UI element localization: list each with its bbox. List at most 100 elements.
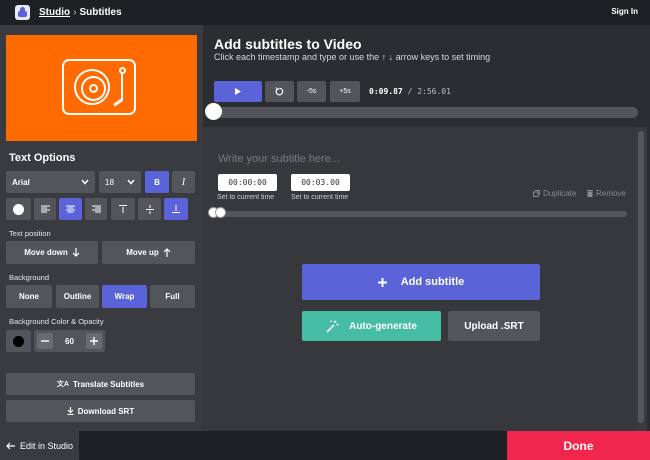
white-color-swatch-icon [13, 203, 24, 215]
italic-toggle[interactable]: I [172, 171, 195, 193]
translate-subtitles-button[interactable]: 文A Translate Subtitles [6, 373, 195, 395]
download-icon [67, 407, 74, 415]
sign-in-link[interactable]: Sign In [611, 7, 638, 16]
align-top-icon [119, 205, 127, 213]
background-color-opacity-label: Background Color & Opacity [9, 317, 104, 326]
bold-toggle[interactable]: B [145, 171, 169, 193]
subtitle-start-time-input[interactable]: 00:00:00 [218, 174, 277, 191]
opacity-decrease-button[interactable] [37, 333, 53, 349]
align-bottom-icon [172, 205, 180, 213]
duplicate-icon [533, 190, 540, 197]
align-right-icon [91, 205, 101, 213]
remove-subtitle-button[interactable]: Remove [587, 189, 626, 198]
right-panel: Add subtitles to Video Click each timest… [203, 25, 650, 431]
restart-button[interactable] [265, 81, 294, 102]
background-color-button[interactable] [6, 330, 31, 352]
kapwing-logo-icon[interactable] [15, 5, 30, 20]
font-family-select[interactable]: Arial [6, 171, 95, 193]
playback-timecode: 0:09.87 / 2:56.01 [369, 87, 451, 96]
editor-scrollbar-thumb[interactable] [638, 131, 644, 423]
subtitle-text-input[interactable]: Write your subtitle here... [218, 153, 340, 165]
add-subtitle-button[interactable]: Add subtitle [302, 264, 540, 300]
download-srt-label: Download SRT [77, 406, 135, 416]
upload-srt-button[interactable]: Upload .SRT [448, 311, 540, 341]
font-family-value: Arial [12, 177, 30, 187]
breadcrumb-studio-link[interactable]: Studio [39, 7, 70, 18]
minus-icon [41, 340, 49, 342]
text-options-heading: Text Options [9, 152, 76, 164]
background-outline-button[interactable]: Outline [56, 285, 99, 308]
bottom-bar: Edit in Studio Done [0, 431, 650, 460]
align-right-button[interactable] [85, 198, 107, 220]
breadcrumb-current-page: Subtitles [79, 7, 122, 18]
playback-scrubber-handle[interactable] [205, 103, 222, 120]
black-color-swatch-icon [13, 335, 24, 347]
translate-subtitles-label: Translate Subtitles [72, 379, 145, 389]
play-icon [235, 88, 241, 95]
align-middle-button[interactable] [138, 198, 161, 220]
plus-icon [377, 277, 387, 287]
arrow-left-icon [6, 442, 15, 449]
background-wrap-button[interactable]: Wrap [102, 285, 147, 308]
top-bar: Studio › Subtitles Sign In [0, 0, 650, 25]
align-left-button[interactable] [34, 198, 56, 220]
plus-icon [90, 337, 98, 345]
playback-scrubber-track[interactable] [212, 107, 638, 118]
subtitle-timing-track[interactable] [213, 211, 627, 217]
align-middle-icon [145, 204, 154, 214]
chevron-down-icon [81, 179, 89, 185]
move-up-button[interactable]: Move up [102, 241, 195, 264]
page-title: Add subtitles to Video [214, 36, 362, 52]
done-button[interactable]: Done [507, 431, 650, 460]
current-time: 0:09.87 [369, 87, 403, 96]
add-subtitle-label: Add subtitle [400, 276, 465, 288]
edit-in-studio-button[interactable]: Edit in Studio [0, 431, 79, 460]
move-down-button[interactable]: Move down [6, 241, 98, 264]
subtitle-end-time-input[interactable]: 00:03.00 [291, 174, 350, 191]
translate-icon: 文A [56, 381, 69, 388]
magic-wand-icon [326, 320, 339, 333]
download-srt-button[interactable]: Download SRT [6, 400, 195, 422]
page-instructions: Click each timestamp and type or use the… [214, 52, 491, 62]
align-top-button[interactable] [111, 198, 135, 220]
play-button[interactable] [214, 81, 262, 102]
remove-label: Remove [596, 189, 626, 198]
turntable-icon [62, 59, 136, 115]
background-label: Background [9, 273, 50, 282]
align-center-icon [66, 205, 75, 213]
total-duration: 2:56.01 [417, 87, 451, 96]
opacity-increase-button[interactable] [86, 333, 102, 349]
align-left-icon [40, 205, 50, 213]
subtitle-end-handle[interactable] [215, 207, 226, 218]
move-up-label: Move up [126, 248, 159, 257]
set-end-to-current-time-link[interactable]: Set to current time [291, 194, 348, 201]
editor-scrollbar[interactable] [636, 127, 647, 431]
subtitle-editor: Write your subtitle here... 00:00:00 00:… [203, 127, 636, 431]
text-color-button[interactable] [6, 198, 31, 220]
breadcrumb-separator: › [73, 7, 77, 18]
video-thumbnail [6, 35, 197, 141]
set-start-to-current-time-link[interactable]: Set to current time [217, 194, 274, 201]
skip-back-5s-button[interactable]: -5s [297, 81, 326, 102]
duplicate-subtitle-button[interactable]: Duplicate [533, 189, 576, 198]
auto-generate-button[interactable]: Auto-generate [302, 311, 441, 341]
edit-in-studio-label: Edit in Studio [19, 440, 74, 451]
left-panel: Text Options Arial 18 B I Text position … [0, 25, 203, 431]
align-bottom-button[interactable] [164, 198, 188, 220]
chevron-down-icon [127, 179, 135, 185]
opacity-value[interactable]: 60 [65, 337, 74, 346]
background-full-button[interactable]: Full [150, 285, 195, 308]
restart-icon [275, 87, 284, 96]
duplicate-label: Duplicate [543, 189, 577, 198]
arrow-up-icon [163, 248, 171, 257]
text-position-label: Text position [9, 229, 51, 238]
skip-forward-5s-button[interactable]: +5s [330, 81, 360, 102]
font-size-select[interactable]: 18 [99, 171, 141, 193]
opacity-stepper: 60 [34, 330, 105, 352]
background-none-button[interactable]: None [6, 285, 52, 308]
move-down-label: Move down [24, 248, 68, 257]
time-separator: / [407, 87, 413, 96]
arrow-down-icon [72, 248, 80, 257]
align-center-button[interactable] [59, 198, 82, 220]
auto-generate-label: Auto-generate [349, 320, 417, 332]
